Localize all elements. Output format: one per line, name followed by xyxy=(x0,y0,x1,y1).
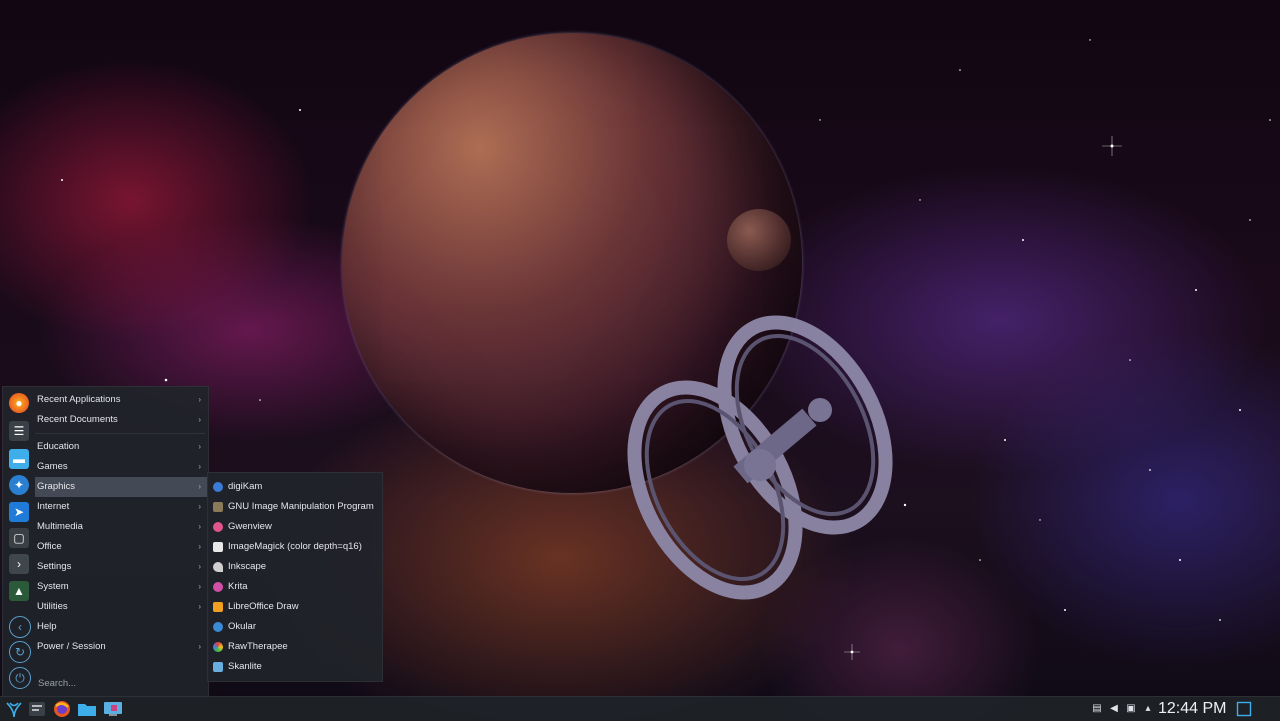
menu-item-recent-documents[interactable]: Recent Documents › xyxy=(35,410,207,430)
tray-expand-icon[interactable]: ▴ xyxy=(1142,703,1154,715)
submenu-item-okular[interactable]: Okular xyxy=(208,617,382,637)
menu-item-recent-applications[interactable]: Recent Applications › xyxy=(35,390,207,410)
system-settings-taskbar-icon[interactable] xyxy=(27,699,47,719)
submenu-item-gwenview[interactable]: Gwenview xyxy=(208,517,382,537)
submenu-item-inkscape[interactable]: Inkscape xyxy=(208,557,382,577)
clock[interactable]: 12:44 PM xyxy=(1158,698,1226,720)
chevron-right-icon: › xyxy=(198,442,201,451)
submenu-item-krita[interactable]: Krita xyxy=(208,577,382,597)
application-launcher-icon[interactable] xyxy=(4,699,24,719)
discover-taskbar-icon[interactable] xyxy=(103,699,123,719)
submenu-item-skanlite[interactable]: Skanlite xyxy=(208,657,382,677)
shutdown-icon[interactable]: ⏻ xyxy=(9,667,31,689)
skanlite-icon xyxy=(213,662,223,672)
firefox-taskbar-icon[interactable] xyxy=(52,699,72,719)
chevron-right-icon: › xyxy=(198,582,201,591)
submenu-item-imagemagick[interactable]: ImageMagick (color depth=q16) xyxy=(208,537,382,557)
software-center-icon[interactable]: ➤ xyxy=(9,502,29,522)
libreoffice-draw-icon xyxy=(213,602,223,612)
space-station xyxy=(627,315,893,600)
text-editor-icon[interactable]: ▢ xyxy=(9,528,29,548)
submenu-item-gimp[interactable]: GNU Image Manipulation Program xyxy=(208,497,382,517)
logout-icon[interactable]: ↻ xyxy=(9,641,31,663)
chevron-right-icon: › xyxy=(198,562,201,571)
submenu-item-libreoffice-draw[interactable]: LibreOffice Draw xyxy=(208,597,382,617)
taskbar: ▤ ◀ ▣ ▴ 12:44 PM xyxy=(0,696,1280,721)
chevron-right-icon: › xyxy=(198,522,201,531)
menu-item-office[interactable]: Office › xyxy=(35,537,207,557)
menu-item-graphics[interactable]: Graphics › xyxy=(35,477,207,497)
submenu-item-rawtherapee[interactable]: RawTherapee xyxy=(208,637,382,657)
menu-divider xyxy=(35,433,205,434)
chevron-right-icon: › xyxy=(198,462,201,471)
gwenview-icon xyxy=(213,522,223,532)
volume-icon[interactable]: ◀ xyxy=(1108,703,1120,715)
menu-item-education[interactable]: Education › xyxy=(35,437,207,457)
okular-icon xyxy=(213,622,223,632)
menu-item-internet[interactable]: Internet › xyxy=(35,497,207,517)
system-monitor-icon[interactable]: ▲ xyxy=(9,581,29,601)
favorites-strip: ● ☰ ▬ ✦ ➤ ▢ › ▲ ‹ ↻ ⏻ xyxy=(3,387,33,697)
discover-icon[interactable]: ✦ xyxy=(9,475,29,495)
chevron-right-icon: › xyxy=(198,415,201,424)
chevron-right-icon: › xyxy=(198,642,201,651)
lock-screen-icon[interactable]: ‹ xyxy=(9,616,31,638)
application-menu: ● ☰ ▬ ✦ ➤ ▢ › ▲ ‹ ↻ ⏻ Recent Application… xyxy=(2,386,209,698)
menu-item-utilities[interactable]: Utilities › xyxy=(35,597,207,617)
inkscape-icon xyxy=(213,562,223,572)
clipboard-icon[interactable]: ▤ xyxy=(1091,703,1103,715)
network-icon[interactable]: ▣ xyxy=(1125,703,1137,715)
krita-icon xyxy=(213,582,223,592)
menu-item-settings[interactable]: Settings › xyxy=(35,557,207,577)
digikam-icon xyxy=(213,482,223,492)
menu-item-system[interactable]: System › xyxy=(35,577,207,597)
menu-item-power-session[interactable]: Power / Session › xyxy=(35,637,207,657)
chevron-right-icon: › xyxy=(198,395,201,404)
show-desktop-icon[interactable] xyxy=(1234,699,1254,719)
file-manager-icon[interactable]: ▬ xyxy=(9,449,29,469)
chevron-right-icon: › xyxy=(198,602,201,611)
firefox-icon[interactable]: ● xyxy=(9,393,29,413)
menu-item-games[interactable]: Games › xyxy=(35,457,207,477)
gimp-icon xyxy=(213,502,223,512)
moon xyxy=(727,209,791,271)
menu-search-input[interactable]: Search... xyxy=(38,678,198,692)
chevron-right-icon: › xyxy=(198,502,201,511)
menu-item-multimedia[interactable]: Multimedia › xyxy=(35,517,207,537)
menu-item-help[interactable]: Help xyxy=(35,617,207,637)
chevron-right-icon: › xyxy=(198,542,201,551)
graphics-submenu: digiKam GNU Image Manipulation Program G… xyxy=(207,472,383,682)
rawtherapee-icon xyxy=(213,642,223,652)
imagemagick-icon xyxy=(213,542,223,552)
file-manager-taskbar-icon[interactable] xyxy=(77,699,97,719)
submenu-item-digikam[interactable]: digiKam xyxy=(208,477,382,497)
terminal-icon[interactable]: › xyxy=(9,554,29,574)
chevron-right-icon: › xyxy=(198,482,201,491)
system-settings-icon[interactable]: ☰ xyxy=(9,421,29,441)
